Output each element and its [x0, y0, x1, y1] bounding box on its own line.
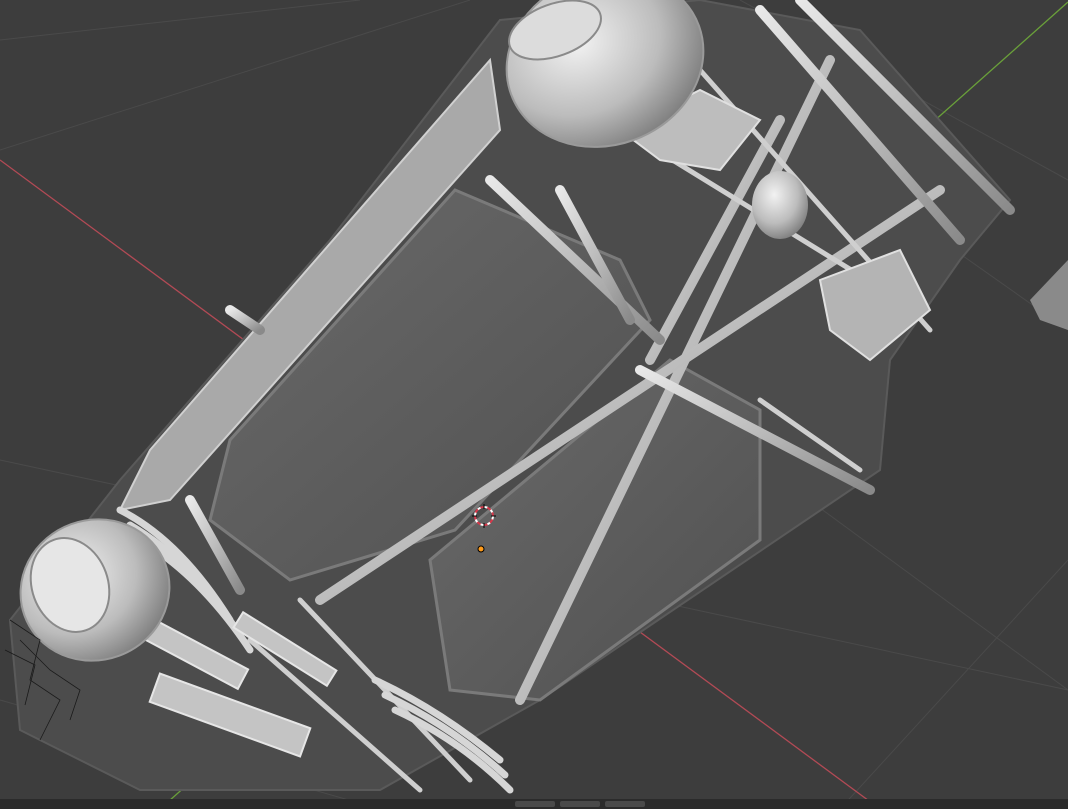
strip-tab[interactable] [560, 801, 600, 807]
strip-tab[interactable] [515, 801, 555, 807]
viewport-canvas[interactable] [0, 0, 1068, 809]
object-origin-icon[interactable] [477, 545, 485, 553]
body-fragment-right [1030, 260, 1068, 330]
fuel-tank [752, 171, 808, 239]
3d-viewport[interactable] [0, 0, 1068, 809]
chassis-model[interactable] [1, 0, 1068, 794]
viewport-bottom-strip [0, 799, 1068, 809]
strip-tab[interactable] [605, 801, 645, 807]
